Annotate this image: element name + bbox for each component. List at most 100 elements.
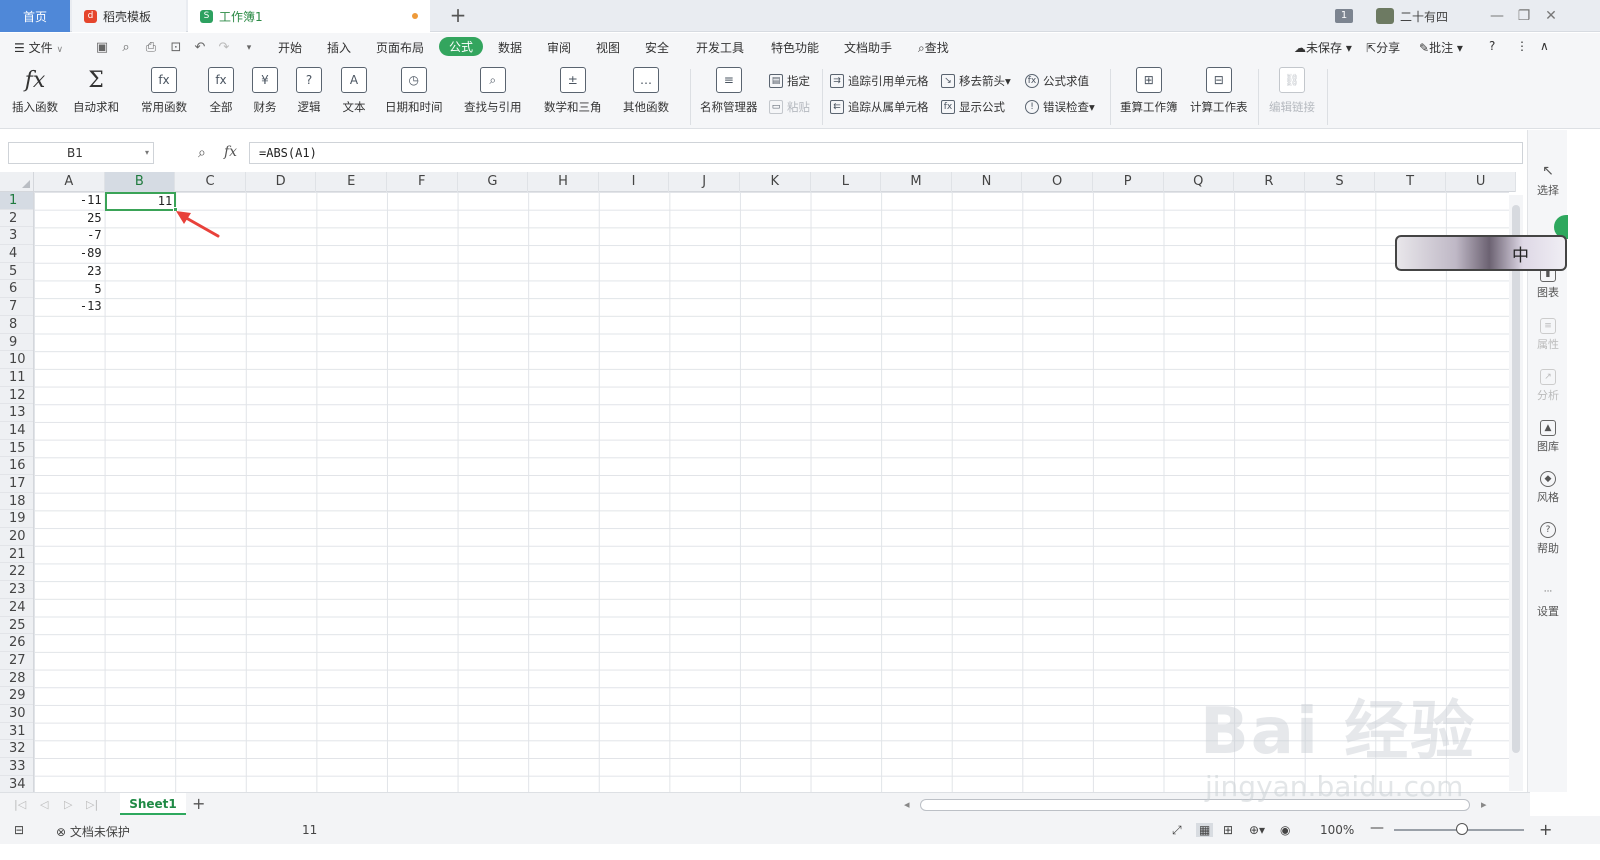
row-header-3[interactable]: 3	[0, 227, 33, 246]
row-header-27[interactable]: 27	[0, 652, 33, 670]
math-trig-button[interactable]: ± 数学和三角	[544, 67, 602, 115]
sidebar-properties[interactable]: ≡ 属性	[1528, 318, 1568, 352]
row-header-10[interactable]: 10	[0, 351, 33, 369]
cell-a4[interactable]: -89	[34, 245, 105, 263]
column-header-n[interactable]: N	[952, 172, 1023, 192]
row-header-23[interactable]: 23	[0, 581, 33, 599]
row-header-30[interactable]: 30	[0, 705, 33, 723]
column-header-u[interactable]: U	[1446, 172, 1517, 192]
column-header-e[interactable]: E	[316, 172, 387, 192]
tab-docer-templates[interactable]: d 稻壳模板	[72, 0, 186, 32]
edit-links-button[interactable]: ⛓ 编辑链接	[1269, 67, 1315, 115]
scroll-left-icon[interactable]: ◂	[904, 798, 910, 811]
zoom-formula-icon[interactable]: ⌕	[198, 145, 206, 161]
row-header-19[interactable]: 19	[0, 510, 33, 529]
column-header-f[interactable]: F	[387, 172, 458, 192]
row-header-4[interactable]: 4	[0, 245, 33, 263]
column-header-a[interactable]: A	[34, 172, 105, 192]
menu-features[interactable]: 特色功能	[771, 39, 819, 56]
paste-name-button[interactable]: ▭ 粘贴	[769, 99, 810, 115]
cell-a6[interactable]: 5	[34, 281, 105, 299]
close-icon[interactable]: ✕	[1541, 6, 1561, 26]
name-manager-button[interactable]: ≡ 名称管理器	[700, 67, 758, 115]
comment-button[interactable]: ✎批注 ▾	[1419, 39, 1463, 56]
undo-icon[interactable]: ↶	[192, 40, 208, 56]
common-functions-button[interactable]: fx 常用函数	[141, 67, 187, 115]
column-header-k[interactable]: K	[740, 172, 811, 192]
column-header-i[interactable]: I	[599, 172, 670, 192]
row-header-22[interactable]: 22	[0, 563, 33, 582]
calc-sheet-button[interactable]: ⊟ 计算工作表	[1190, 67, 1248, 115]
tab-workbook1[interactable]: S 工作簿1	[188, 0, 430, 32]
active-cell-b1[interactable]: 11	[104, 192, 177, 211]
tab-home[interactable]: 首页	[0, 0, 70, 32]
minimize-icon[interactable]: —	[1487, 6, 1507, 26]
cell-a5[interactable]: 23	[34, 263, 105, 281]
sidebar-gallery[interactable]: ▲ 图库	[1528, 420, 1568, 454]
last-sheet-icon[interactable]: ▷|	[86, 798, 98, 811]
help-icon[interactable]: ?	[1489, 39, 1495, 53]
menu-doc-assistant[interactable]: 文档助手	[844, 39, 892, 56]
fullscreen-icon[interactable]: ⤢	[1172, 823, 1182, 838]
zoom-in-button[interactable]: +	[1539, 820, 1552, 839]
search-button[interactable]: ⌕查找	[918, 39, 949, 56]
sheet-tab-sheet1[interactable]: Sheet1	[120, 793, 186, 815]
column-header-o[interactable]: O	[1022, 172, 1093, 192]
column-header-b[interactable]: B	[104, 172, 176, 192]
collapse-ribbon-icon[interactable]: ∧	[1540, 39, 1549, 53]
row-header-16[interactable]: 16	[0, 457, 33, 475]
column-header-p[interactable]: P	[1093, 172, 1164, 192]
fill-handle[interactable]	[172, 207, 178, 212]
row-header-9[interactable]: 9	[0, 334, 33, 352]
zoom-out-button[interactable]: —	[1370, 820, 1384, 836]
sidebar-style[interactable]: ◆ 风格	[1528, 471, 1568, 505]
menu-formulas[interactable]: 公式	[439, 37, 484, 56]
select-all-corner[interactable]	[0, 172, 34, 192]
row-header-32[interactable]: 32	[0, 740, 33, 758]
sidebar-chart[interactable]: ▮ 图表	[1528, 266, 1568, 300]
logic-button[interactable]: ? 逻辑	[296, 67, 322, 115]
restore-icon[interactable]: ❐	[1514, 6, 1534, 26]
sidebar-help[interactable]: ? 帮助	[1528, 522, 1568, 556]
column-header-r[interactable]: R	[1234, 172, 1305, 192]
cell-a7[interactable]: -13	[34, 298, 105, 316]
define-name-button[interactable]: ▤ 指定	[769, 73, 810, 89]
row-header-8[interactable]: 8	[0, 316, 33, 334]
row-header-5[interactable]: 5	[0, 263, 33, 281]
row-header-2[interactable]: 2	[0, 210, 33, 228]
name-box[interactable]: B1 ▾	[8, 142, 154, 164]
sidebar-select[interactable]: ↖ 选择	[1528, 164, 1568, 198]
column-header-h[interactable]: H	[528, 172, 599, 192]
file-menu[interactable]: ☰ 文件 ∨	[14, 39, 63, 56]
redo-icon[interactable]: ↷	[216, 40, 232, 56]
sidebar-settings[interactable]: ··· 设置	[1528, 585, 1568, 619]
column-header-q[interactable]: Q	[1164, 172, 1235, 192]
row-header-12[interactable]: 12	[0, 387, 33, 405]
avatar[interactable]	[1376, 8, 1394, 24]
column-header-c[interactable]: C	[175, 172, 246, 192]
cell-a1[interactable]: -11	[34, 192, 105, 210]
datetime-button[interactable]: ◷ 日期和时间	[385, 67, 443, 115]
trace-precedents-button[interactable]: ⇉ 追踪引用单元格	[830, 73, 929, 89]
normal-view-icon[interactable]: ▦	[1196, 823, 1214, 837]
protect-status[interactable]: ⊗ 文档未保护	[56, 823, 130, 840]
row-header-33[interactable]: 33	[0, 758, 33, 776]
other-functions-button[interactable]: … 其他函数	[623, 67, 669, 115]
prev-sheet-icon[interactable]: ◁	[40, 798, 48, 811]
scroll-right-icon[interactable]: ▸	[1481, 798, 1487, 811]
sidebar-analysis[interactable]: ↗ 分析	[1528, 369, 1568, 403]
window-count-badge[interactable]: 1	[1335, 9, 1353, 23]
row-header-34[interactable]: 34	[0, 776, 33, 792]
menu-security[interactable]: 安全	[645, 39, 669, 56]
format-painter-icon[interactable]: ⌕	[118, 40, 134, 56]
menu-review[interactable]: 审阅	[547, 39, 571, 56]
menu-insert[interactable]: 插入	[327, 39, 351, 56]
user-name[interactable]: 二十有四	[1400, 8, 1448, 25]
column-header-g[interactable]: G	[458, 172, 529, 192]
menu-view[interactable]: 视图	[596, 39, 620, 56]
add-sheet-button[interactable]: +	[192, 794, 205, 813]
reading-mode-icon[interactable]: ⊕▾	[1249, 823, 1265, 837]
first-sheet-icon[interactable]: |◁	[14, 798, 26, 811]
row-header-17[interactable]: 17	[0, 475, 33, 493]
save-icon[interactable]: ▣	[94, 40, 110, 56]
